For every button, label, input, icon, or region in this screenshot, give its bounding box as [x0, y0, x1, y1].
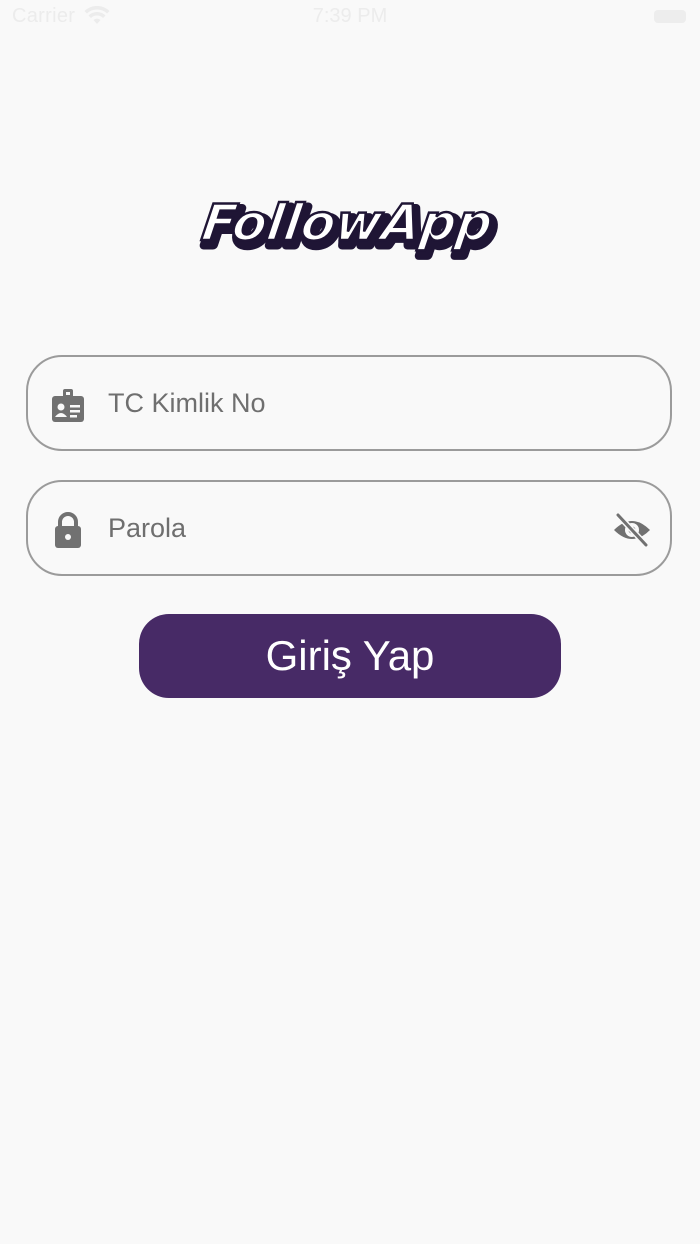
status-bar: Carrier 7:39 PM — [0, 0, 700, 36]
password-field[interactable] — [26, 480, 672, 576]
login-screen: Carrier 7:39 PM FollowApp FollowApp TC K… — [0, 0, 700, 1244]
id-badge-icon — [50, 387, 86, 423]
lock-icon — [50, 512, 86, 548]
login-button[interactable]: Giriş Yap — [139, 614, 561, 698]
id-number-input[interactable] — [108, 357, 590, 449]
status-time: 7:39 PM — [312, 5, 388, 27]
id-number-field[interactable] — [26, 355, 672, 451]
battery-icon — [654, 10, 686, 23]
eye-off-icon[interactable] — [612, 510, 652, 550]
app-logo: FollowApp FollowApp — [175, 190, 525, 270]
logo-text: FollowApp — [198, 193, 496, 252]
password-input[interactable] — [108, 482, 590, 574]
